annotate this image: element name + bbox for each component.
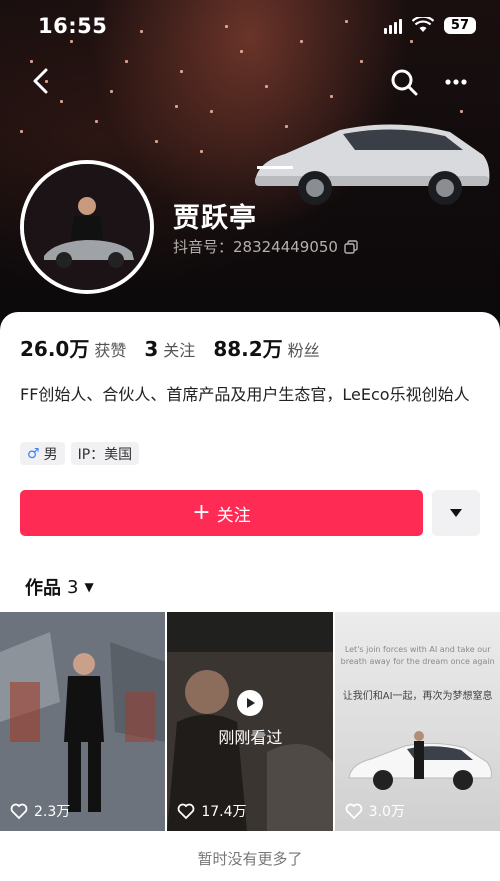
gender-label: 男	[43, 446, 58, 463]
stat-following[interactable]: 3 关注	[144, 337, 195, 361]
recommend-dropdown-button[interactable]	[432, 490, 480, 536]
signal-icon	[383, 16, 402, 34]
profile-bio: FF创始人、合伙人、首席产品及用户生态官，LeEco乐视创始人	[20, 385, 470, 404]
video-car-image	[348, 731, 492, 790]
follow-button[interactable]: + 关注	[20, 490, 423, 536]
copy-icon[interactable]	[344, 239, 358, 254]
more-icon[interactable]	[440, 66, 472, 98]
works-label: 作品	[25, 578, 61, 599]
status-time: 16:55	[38, 14, 108, 38]
video-likes-count: 2.3万	[34, 804, 71, 820]
caret-down-icon	[450, 509, 462, 517]
stat-likes[interactable]: 26.0万 获赞	[20, 333, 126, 362]
recently-watched-label: 刚刚看过	[218, 728, 283, 747]
play-icon	[237, 690, 264, 716]
video-likes-count: 17.4万	[201, 804, 247, 820]
profile-banner: 16:55 57 贾跃亭 抖音号：28324449050	[0, 0, 500, 345]
caret-down-icon: ▼	[84, 580, 94, 594]
banner-car-image	[255, 124, 490, 205]
video-likes-count: 3.0万	[368, 804, 405, 820]
video-grid: 2.3万 刚刚看过 17.4万 Let's join forces with A…	[0, 612, 500, 831]
male-icon: ♂	[27, 445, 40, 462]
stat-followers[interactable]: 88.2万 粉丝	[213, 333, 319, 362]
profile-name: 贾跃亭	[173, 203, 257, 234]
ip-tag: IP：美国	[70, 442, 140, 465]
heart-icon	[345, 803, 363, 820]
profile-card: 26.0万 获赞 3 关注 88.2万 粉丝 FF创始人、合伙人、首席产品及用户生态官…	[0, 312, 500, 881]
gender-tag: ♂ 男	[20, 442, 65, 465]
profile-stats: 26.0万 获赞 3 关注 88.2万 粉丝	[20, 333, 320, 362]
battery-indicator: 57	[443, 16, 476, 34]
ip-label: IP：美国	[77, 446, 133, 463]
status-bar: 16:55 57	[0, 10, 500, 42]
video-thumbnail-image	[0, 612, 166, 831]
no-more-content-label: 暂时没有更多了	[197, 850, 303, 868]
profile-screen: 16:55 57 贾跃亭 抖音号：28324449050 26.0万 获赞 3 …	[0, 0, 500, 881]
follow-label: 关注	[216, 505, 251, 526]
douyin-id[interactable]: 抖音号：28324449050	[173, 236, 358, 257]
video-thumbnail[interactable]: 刚刚看过 17.4万	[167, 612, 333, 831]
video-caption-en: Let's join forces with AI and take our b…	[340, 645, 495, 666]
profile-tags: ♂ 男 IP：美国	[20, 442, 140, 465]
video-caption-cn: 让我们和AI一起，再次为梦想窒息	[342, 691, 493, 702]
heart-icon	[10, 803, 28, 820]
video-likes: 2.3万	[10, 801, 70, 821]
douyin-id-text: 抖音号：28324449050	[173, 238, 338, 256]
status-icons: 57	[383, 16, 476, 34]
plus-icon: +	[192, 500, 211, 525]
back-icon[interactable]	[26, 64, 56, 98]
video-thumbnail[interactable]: 2.3万	[0, 612, 166, 831]
video-likes: 3.0万	[345, 801, 405, 821]
video-likes: 17.4万	[177, 801, 247, 821]
avatar-image	[24, 164, 150, 290]
wifi-icon	[411, 17, 434, 32]
works-count: 3	[67, 576, 79, 598]
video-thumbnail[interactable]: Let's join forces with AI and take our b…	[334, 612, 500, 831]
search-icon[interactable]	[388, 66, 420, 98]
avatar[interactable]	[20, 160, 154, 294]
tab-works[interactable]: 作品 3 ▼	[25, 574, 94, 600]
heart-icon	[177, 803, 195, 820]
recently-watched-overlay: 刚刚看过	[167, 690, 332, 748]
